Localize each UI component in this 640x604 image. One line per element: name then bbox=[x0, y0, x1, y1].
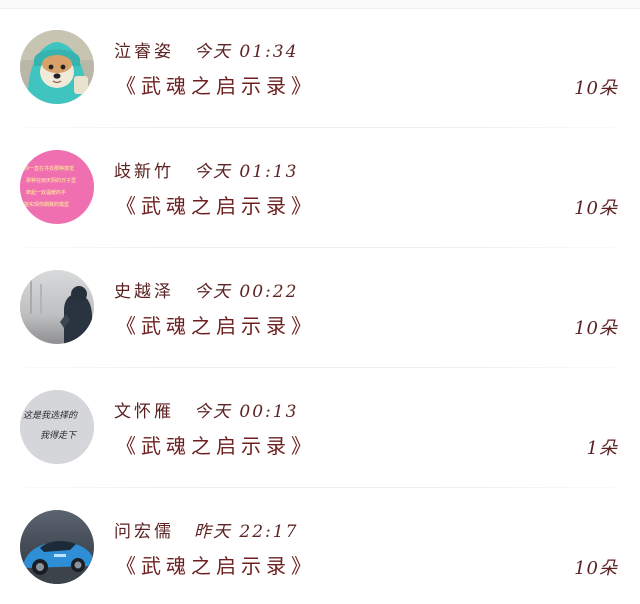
book-title[interactable]: 《武魂之启示录》 bbox=[116, 70, 316, 99]
avatar-text-line: 你一直在寻找那种感觉 bbox=[24, 165, 74, 172]
list-item[interactable]: 这是我选择的 我得走下 文怀雁 今天 00:13 《武魂之启示录》 1朵 bbox=[0, 368, 640, 488]
list-item[interactable]: 史越泽 今天 00:22 《武魂之启示录》 10朵 bbox=[0, 248, 640, 368]
gift-time: 今天 01:13 bbox=[194, 161, 299, 182]
sender-name[interactable]: 泣睿姿 bbox=[114, 37, 174, 62]
flower-count: 10朵 bbox=[574, 318, 618, 339]
gift-time: 今天 01:34 bbox=[194, 41, 299, 62]
book-title[interactable]: 《武魂之启示录》 bbox=[116, 550, 316, 579]
sender-name[interactable]: 史越泽 bbox=[114, 277, 174, 302]
gift-time: 昨天 22:17 bbox=[194, 521, 299, 542]
sender-meta: 歧新竹 今天 01:13 bbox=[114, 156, 298, 182]
sender-name[interactable]: 歧新竹 bbox=[114, 157, 174, 182]
sender-meta: 泣睿姿 今天 01:34 bbox=[114, 36, 298, 62]
book-title[interactable]: 《武魂之启示录》 bbox=[116, 190, 316, 219]
gift-time: 今天 00:13 bbox=[194, 401, 299, 422]
avatar-text-line: 那种在雨天阴的日子里 bbox=[26, 177, 76, 184]
handwriting-avatar[interactable]: 这是我选择的 我得走下 bbox=[20, 390, 94, 464]
flower-count: 10朵 bbox=[574, 558, 618, 579]
book-title[interactable]: 《武魂之启示录》 bbox=[116, 310, 316, 339]
sender-meta: 问宏儒 昨天 22:17 bbox=[114, 516, 298, 542]
avatar-text-line: 牵起一双温暖的手 bbox=[26, 189, 66, 196]
gift-list-page: 泣睿姿 今天 01:34 《武魂之启示录》 10朵 你一直在寻找那种感觉 那种在… bbox=[0, 0, 640, 604]
book-title[interactable]: 《武魂之启示录》 bbox=[116, 430, 316, 459]
avatar-text-line: 能实现你期冀的模型 bbox=[24, 201, 69, 208]
sender-name[interactable]: 文怀雁 bbox=[114, 397, 174, 422]
dog-in-hoodie-avatar[interactable] bbox=[20, 30, 94, 104]
foggy-figure-avatar[interactable] bbox=[20, 270, 94, 344]
list-item[interactable]: 问宏儒 昨天 22:17 《武魂之启示录》 10朵 bbox=[0, 488, 640, 604]
list-item[interactable]: 泣睿姿 今天 01:34 《武魂之启示录》 10朵 bbox=[0, 8, 640, 128]
list-item[interactable]: 你一直在寻找那种感觉 那种在雨天阴的日子里 牵起一双温暖的手 能实现你期冀的模型… bbox=[0, 128, 640, 248]
avatar-text-line: 这是我选择的 bbox=[23, 410, 78, 421]
flower-count: 1朵 bbox=[586, 438, 618, 459]
sender-meta: 史越泽 今天 00:22 bbox=[114, 276, 298, 302]
sender-name[interactable]: 问宏儒 bbox=[114, 517, 174, 542]
gift-record-list: 泣睿姿 今天 01:34 《武魂之启示录》 10朵 你一直在寻找那种感觉 那种在… bbox=[0, 8, 640, 604]
sender-meta: 文怀雁 今天 00:13 bbox=[114, 396, 298, 422]
blue-car-avatar[interactable] bbox=[20, 510, 94, 584]
avatar-text-line: 我得走下 bbox=[40, 430, 78, 441]
gift-time: 今天 00:22 bbox=[194, 281, 299, 302]
flower-count: 10朵 bbox=[574, 198, 618, 219]
flower-count: 10朵 bbox=[574, 78, 618, 99]
pink-text-avatar[interactable]: 你一直在寻找那种感觉 那种在雨天阴的日子里 牵起一双温暖的手 能实现你期冀的模型 bbox=[20, 150, 94, 224]
